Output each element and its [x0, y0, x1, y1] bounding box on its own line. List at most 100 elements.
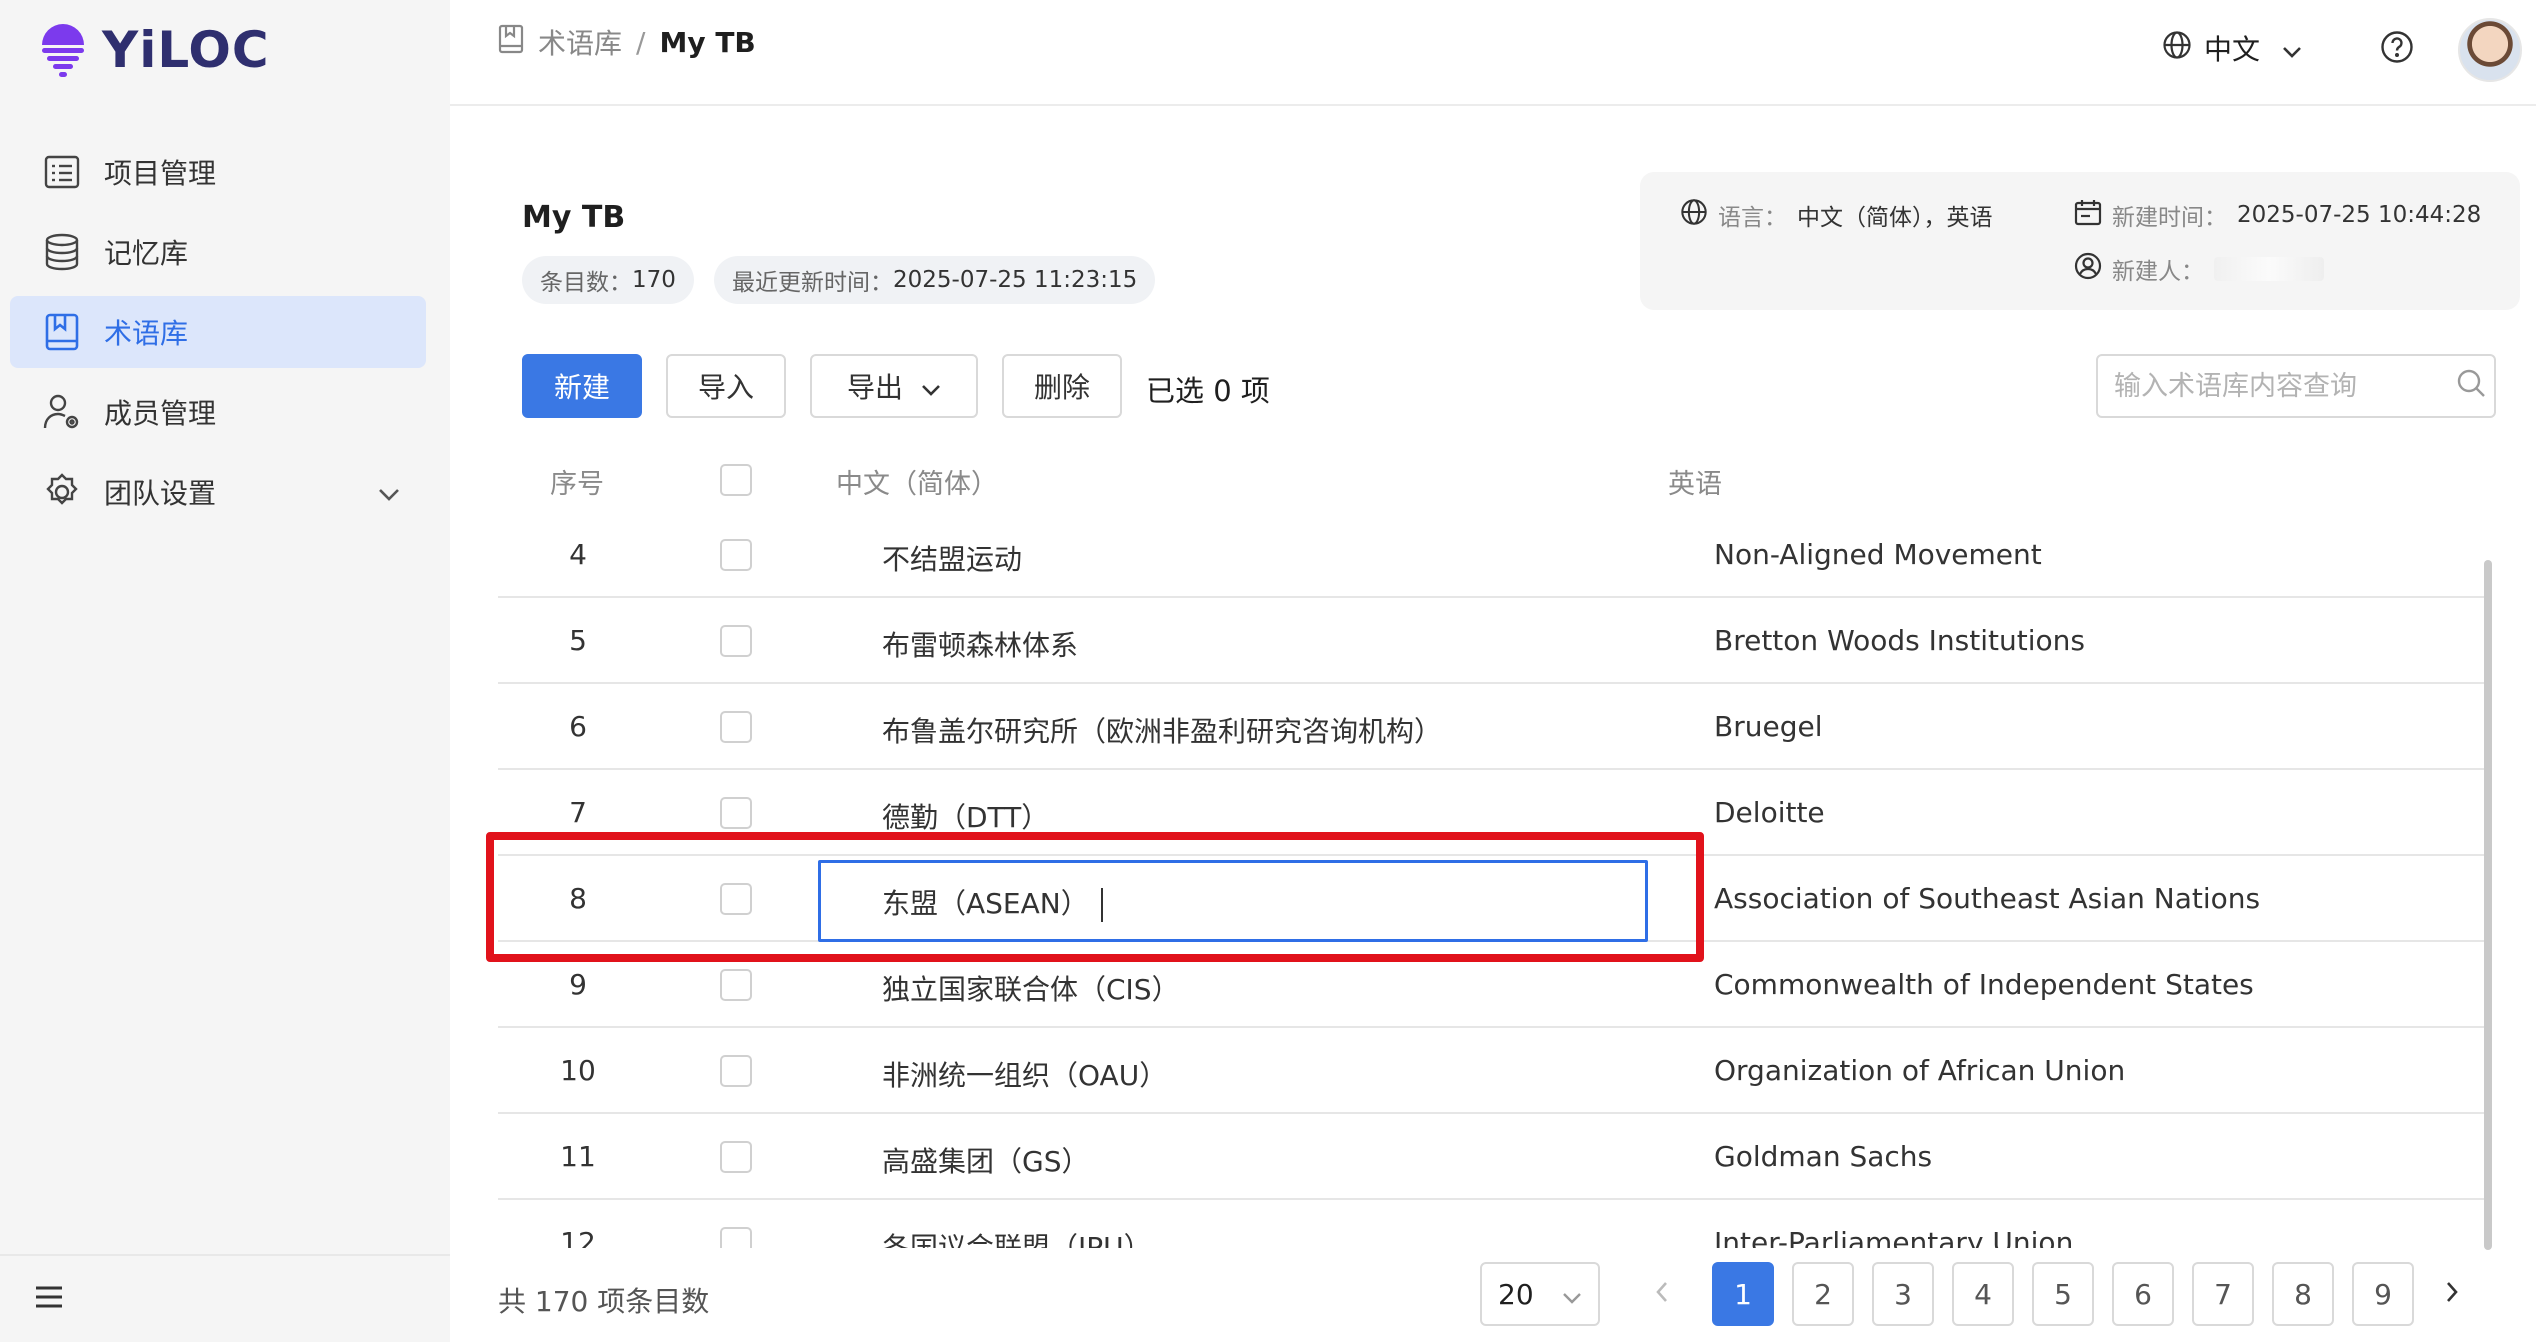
row-checkbox[interactable] — [720, 883, 752, 915]
book-icon — [498, 24, 524, 61]
search-icon[interactable] — [2456, 368, 2486, 405]
selected-count: 已选 0 项 — [1146, 374, 1270, 408]
language-switcher[interactable]: 中文 — [2162, 28, 2302, 68]
sidebar-item-memory[interactable]: 记忆库 — [10, 216, 426, 288]
row-chinese-editing[interactable]: 东盟（ASEAN） — [882, 882, 1103, 922]
page-size-select[interactable]: 20 — [1480, 1262, 1600, 1326]
table-row[interactable]: 4 不结盟运动 Non-Aligned Movement — [498, 512, 2484, 598]
user-gear-icon — [42, 392, 82, 432]
row-index: 8 — [569, 882, 587, 915]
calendar-icon — [2074, 198, 2102, 232]
page-button-7[interactable]: 7 — [2192, 1262, 2254, 1326]
sidebar-item-label: 记忆库 — [104, 237, 189, 270]
row-chinese[interactable]: 非洲统一组织（OAU） — [882, 1054, 1167, 1094]
row-checkbox[interactable] — [720, 969, 752, 1001]
page-title: My TB — [522, 200, 626, 235]
creator-info-label: 新建人： — [2112, 259, 2204, 285]
breadcrumb-separator: / — [636, 25, 646, 59]
sidebar-item-members[interactable]: 成员管理 — [10, 376, 426, 448]
user-avatar[interactable] — [2458, 18, 2522, 82]
table-row[interactable]: 7 德勤（DTT） Deloitte — [498, 770, 2484, 856]
row-chinese[interactable]: 独立国家联合体（CIS） — [882, 968, 1180, 1008]
page-button-9[interactable]: 9 — [2352, 1262, 2414, 1326]
table-row[interactable]: 6 布鲁盖尔研究所（欧洲非盈利研究咨询机构） Bruegel — [498, 684, 2484, 770]
sidebar-item-team-settings[interactable]: 团队设置 — [10, 456, 426, 528]
row-english[interactable]: Organization of African Union — [1714, 1054, 2125, 1087]
row-english[interactable]: Association of Southeast Asian Nations — [1714, 882, 2260, 915]
chevron-down-icon — [921, 370, 941, 403]
row-english[interactable]: Inter-Parliamentary Union — [1714, 1226, 2073, 1248]
table-header: 序号 中文（简体） 英语 — [498, 452, 2484, 508]
row-checkbox[interactable] — [720, 1141, 752, 1173]
prev-page-icon[interactable] — [1654, 1280, 1670, 1308]
page-button-2[interactable]: 2 — [1792, 1262, 1854, 1326]
help-icon[interactable] — [2380, 30, 2414, 68]
row-chinese[interactable]: 高盛集团（GS） — [882, 1140, 1089, 1180]
row-index: 4 — [569, 538, 587, 571]
created-info: 新建时间： 2025-07-25 10:44:28 — [2074, 198, 2481, 232]
row-chinese[interactable]: 布鲁盖尔研究所（欧洲非盈利研究咨询机构） — [882, 710, 1442, 750]
entries-badge: 条目数： 170 — [522, 256, 694, 304]
sidebar-item-label: 术语库 — [104, 317, 189, 350]
row-checkbox[interactable] — [720, 539, 752, 571]
sidebar-item-projects[interactable]: 项目管理 — [10, 136, 426, 208]
row-chinese[interactable]: 布雷顿森林体系 — [882, 624, 1078, 664]
row-english[interactable]: Goldman Sachs — [1714, 1140, 1932, 1173]
column-english: 英语 — [1668, 469, 1722, 500]
table-row[interactable]: 11 高盛集团（GS） Goldman Sachs — [498, 1114, 2484, 1200]
column-chinese: 中文（简体） — [836, 469, 998, 500]
breadcrumb-root[interactable]: 术语库 — [538, 22, 622, 62]
menu-collapse-icon[interactable] — [34, 1284, 64, 1314]
row-chinese[interactable]: 各国议会联盟（IPU） — [882, 1226, 1152, 1248]
new-button[interactable]: 新建 — [522, 354, 642, 418]
row-english[interactable]: Commonwealth of Independent States — [1714, 968, 2254, 1001]
page-button-8[interactable]: 8 — [2272, 1262, 2334, 1326]
export-button[interactable]: 导出 — [810, 354, 978, 418]
user-circle-icon — [2074, 252, 2102, 286]
row-index: 11 — [560, 1140, 596, 1173]
row-english[interactable]: Non-Aligned Movement — [1714, 538, 2042, 571]
row-checkbox[interactable] — [720, 1227, 752, 1248]
sidebar-item-termbase[interactable]: 术语库 — [10, 296, 426, 368]
select-all-checkbox[interactable] — [720, 464, 752, 496]
row-english[interactable]: Bruegel — [1714, 710, 1822, 743]
row-chinese[interactable]: 不结盟运动 — [882, 538, 1022, 578]
table-row[interactable]: 12 各国议会联盟（IPU） Inter-Parliamentary Union — [498, 1200, 2484, 1248]
page-button-3[interactable]: 3 — [1872, 1262, 1934, 1326]
delete-button[interactable]: 删除 — [1002, 354, 1122, 418]
table-row[interactable]: 5 布雷顿森林体系 Bretton Woods Institutions — [498, 598, 2484, 684]
table-scrollbar[interactable] — [2484, 560, 2492, 1250]
row-checkbox[interactable] — [720, 625, 752, 657]
settings-icon — [42, 472, 82, 512]
page-button-4[interactable]: 4 — [1952, 1262, 2014, 1326]
row-english[interactable]: Deloitte — [1714, 796, 1825, 829]
search-input[interactable] — [2114, 370, 2456, 402]
import-button[interactable]: 导入 — [666, 354, 786, 418]
page-button-5[interactable]: 5 — [2032, 1262, 2094, 1326]
row-chinese[interactable]: 德勤（DTT） — [882, 796, 1049, 836]
row-english[interactable]: Bretton Woods Institutions — [1714, 624, 2085, 657]
table-row-editing[interactable]: 8 东盟（ASEAN） Association of Southeast Asi… — [498, 856, 2484, 942]
brand-logo[interactable]: YiLOC — [38, 20, 270, 80]
termbase-info-card: 语言： 中文（简体），英语 新建时间： 2025-07-25 10:44:28 … — [1640, 172, 2520, 310]
sidebar-nav: 项目管理 记忆库 术语库 成员管理 团队设置 — [10, 136, 426, 536]
row-index: 12 — [560, 1226, 596, 1248]
table-row[interactable]: 10 非洲统一组织（OAU） Organization of African U… — [498, 1028, 2484, 1114]
export-label: 导出 — [846, 371, 903, 404]
page-button-1[interactable]: 1 — [1712, 1262, 1774, 1326]
table-body: 4 不结盟运动 Non-Aligned Movement 5 布雷顿森林体系 B… — [498, 512, 2484, 1248]
row-checkbox[interactable] — [720, 711, 752, 743]
page-button-6[interactable]: 6 — [2112, 1262, 2174, 1326]
language-label: 中文 — [2204, 33, 2261, 66]
table-row[interactable]: 9 独立国家联合体（CIS） Commonwealth of Independe… — [498, 942, 2484, 1028]
updated-badge: 最近更新时间： 2025-07-25 11:23:15 — [714, 256, 1156, 304]
row-checkbox[interactable] — [720, 1055, 752, 1087]
list-icon — [42, 152, 82, 192]
column-index: 序号 — [550, 469, 604, 500]
next-page-icon[interactable] — [2444, 1280, 2460, 1308]
language-info-label: 语言： — [1718, 205, 1787, 231]
page-size-value: 20 — [1498, 1277, 1534, 1311]
row-checkbox[interactable] — [720, 797, 752, 829]
entries-value: 170 — [632, 267, 676, 293]
chevron-down-icon[interactable] — [378, 476, 400, 509]
